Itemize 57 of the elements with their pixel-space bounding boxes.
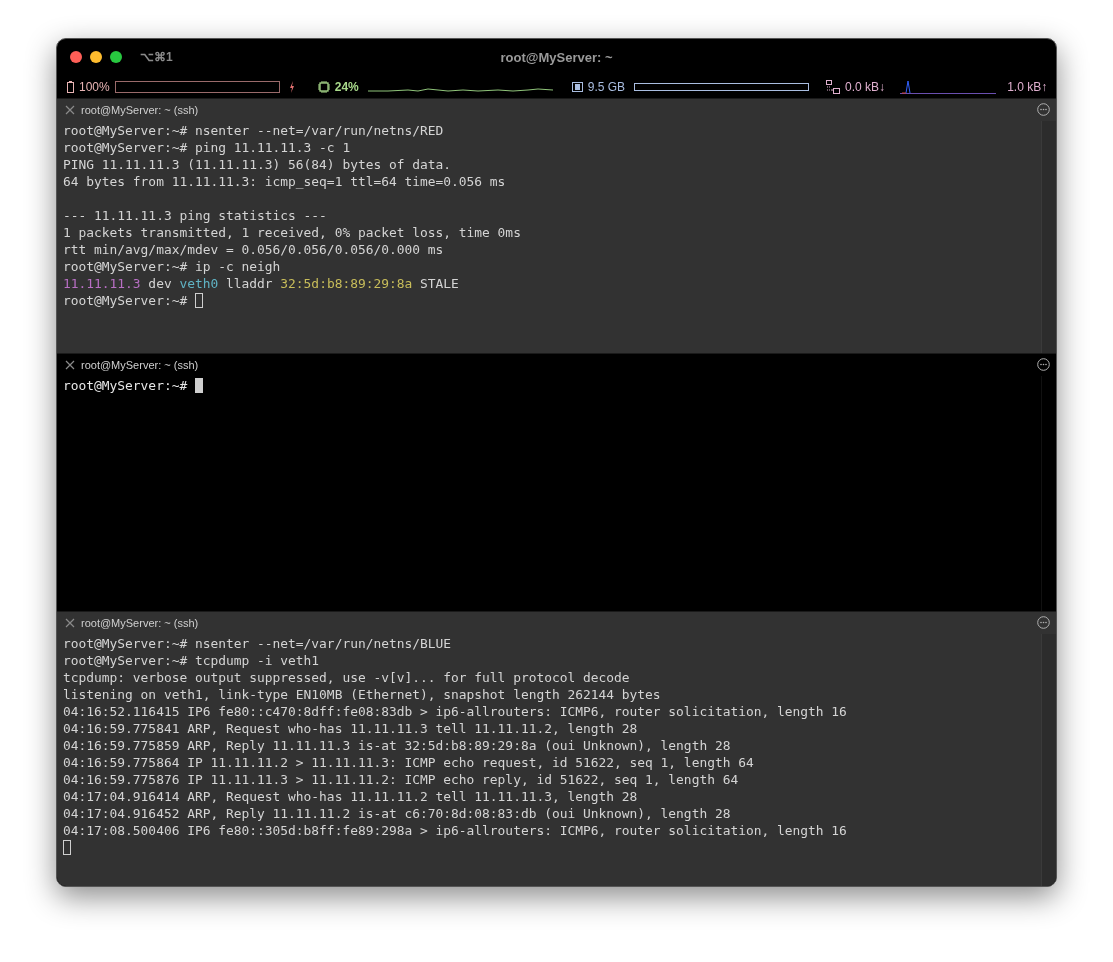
- window-title: root@MyServer: ~: [500, 49, 613, 65]
- close-icon[interactable]: [65, 104, 75, 115]
- terminal-text: root@MyServer:~#: [63, 291, 189, 309]
- terminal-text: rtt min/avg/max/mdev = 0.056/0.056/0.056/0.000 ms: [63, 240, 444, 258]
- scrollbar[interactable]: [1041, 120, 1056, 353]
- terminal-text: 1 packets transmitted, 1 received, 0% packet loss, time 0ms: [63, 223, 521, 241]
- battery-percent: 100%: [79, 79, 110, 94]
- close-icon[interactable]: [65, 359, 75, 370]
- terminal-text: 04:16:59.775841 ARP, Request who-has 11.11.11.3 tell 11.11.11.2, length 28: [63, 720, 638, 737]
- terminal-text: 32:5d:b8:89:29:8a: [280, 274, 413, 292]
- minimize-button[interactable]: [90, 51, 102, 64]
- terminal-text: 04:16:52.116415 IP6 fe80::c470:8dff:fe08:83db > ip6-allrouters: ICMP6, router solicitation, length 16: [63, 703, 847, 720]
- terminal-text: root@MyServer:~# ping 11.11.11.3 -c 1: [63, 138, 351, 156]
- more-icon[interactable]: [1037, 103, 1050, 117]
- terminal-text: veth0: [179, 274, 219, 292]
- terminal-text: 04:16:59.775859 ARP, Reply 11.11.11.3 is-at 32:5d:b8:89:29:8a (oui Unknown), length 28: [63, 737, 731, 754]
- terminal-pane[interactable]: [57, 611, 1056, 886]
- memory-usage: 9.5 GB: [587, 79, 626, 94]
- lightning-icon: [288, 80, 295, 93]
- more-icon[interactable]: [1037, 616, 1050, 630]
- zoom-button[interactable]: [110, 51, 122, 64]
- close-button[interactable]: [70, 51, 82, 64]
- memory-icon: [571, 81, 583, 92]
- terminal-text: root@MyServer:~# tcpdump -i veth1: [63, 652, 320, 669]
- terminal-text: dev: [147, 274, 173, 292]
- terminal-text: root@MyServer:~# nsenter --net=/var/run/netns/RED: [63, 121, 444, 139]
- battery-icon: [67, 80, 74, 93]
- cpu-icon: [317, 80, 330, 93]
- terminal-pane[interactable]: [57, 97, 1056, 353]
- terminal-text: tcpdump: verbose output suppressed, use -v[v]... for full protocol decode: [63, 669, 630, 686]
- terminal-text: 04:16:59.775876 IP 11.11.11.3 > 11.11.11.2: ICMP echo reply, id 51622, seq 1, length 64: [63, 771, 739, 788]
- network-icon: [826, 79, 841, 94]
- tab-shortcut: ⌥⌘1: [140, 50, 173, 65]
- download-rate: 0.0 kB↓: [845, 79, 886, 94]
- terminal-text: root@MyServer:~# ip -c neigh: [63, 257, 281, 275]
- close-icon[interactable]: [65, 618, 75, 628]
- terminal-text: root@MyServer:~# nsenter --net=/var/run/netns/BLUE: [63, 635, 452, 652]
- upload-rate: 1.0 kB↑: [1007, 79, 1048, 94]
- more-icon[interactable]: [1037, 358, 1050, 372]
- pane-title: root@MyServer: ~ (ssh): [81, 358, 199, 371]
- pane-title: root@MyServer: ~ (ssh): [81, 617, 199, 629]
- pane-title: root@MyServer: ~ (ssh): [81, 103, 199, 116]
- terminal-text: listening on veth1, link-type EN10MB (Ethernet), snapshot length 262144 bytes: [63, 686, 661, 703]
- terminal-text: STALE: [419, 274, 459, 292]
- terminal-text: PING 11.11.11.3 (11.11.11.3) 56(84) bytes of data.: [63, 155, 452, 173]
- terminal-text: 04:17:04.916452 ARP, Reply 11.11.11.2 is-at c6:70:8d:08:83:db (oui Unknown), length 28: [63, 805, 731, 822]
- terminal-text: 04:16:59.775864 IP 11.11.11.2 > 11.11.11.3: ICMP echo request, id 51622, seq 1, length 64: [63, 754, 754, 771]
- terminal-text: lladdr: [225, 274, 274, 292]
- terminal-text: 11.11.11.3: [63, 274, 141, 292]
- terminal-text: 04:17:04.916414 ARP, Request who-has 11.11.11.2 tell 11.11.11.3, length 28: [63, 788, 638, 805]
- terminal-text: 64 bytes from 11.11.11.3: icmp_seq=1 ttl=64 time=0.056 ms: [63, 172, 506, 190]
- terminal-text: --- 11.11.11.3 ping statistics ---: [63, 206, 327, 224]
- cpu-percent: 24%: [334, 79, 359, 94]
- terminal-pane[interactable]: root@MyServer: ~ (ssh) root@MyServer:~#: [57, 352, 1056, 611]
- terminal-text: root@MyServer:~#: [63, 376, 189, 394]
- terminal-text: 04:17:08.500406 IP6 fe80::305d:b8ff:fe89:298a > ip6-allrouters: ICMP6, router solicitation, length 16: [63, 822, 847, 839]
- scrollbar[interactable]: [1041, 634, 1056, 886]
